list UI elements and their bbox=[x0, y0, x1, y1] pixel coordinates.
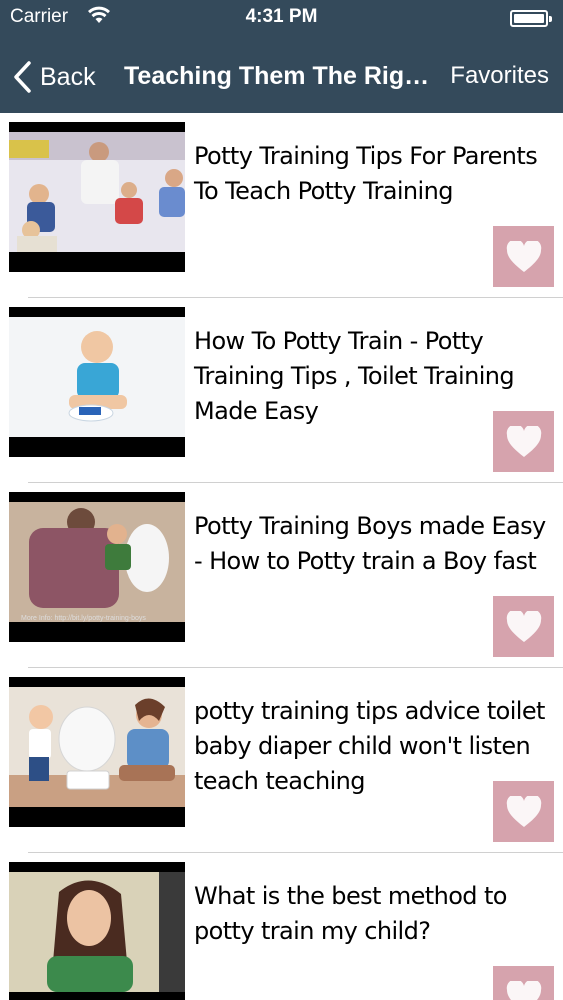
video-title: Potty Training Tips For Parents To Teach… bbox=[194, 142, 538, 205]
video-thumbnail[interactable] bbox=[9, 677, 185, 827]
list-item[interactable]: Potty Training Tips For Parents To Teach… bbox=[0, 113, 563, 298]
list-item[interactable]: How To Potty Train - Potty Training Tips… bbox=[0, 298, 563, 483]
top-bar: Carrier 4:31 PM Back Teaching Them The R… bbox=[0, 0, 563, 113]
video-list: Potty Training Tips For Parents To Teach… bbox=[0, 113, 563, 1000]
list-item[interactable]: What is the best method to potty train m… bbox=[0, 853, 563, 1000]
video-thumbnail[interactable] bbox=[9, 307, 185, 457]
chevron-left-icon bbox=[14, 61, 31, 93]
clock: 4:31 PM bbox=[245, 6, 318, 27]
video-still bbox=[9, 132, 185, 252]
heart-icon bbox=[506, 795, 541, 827]
video-caption: More Info: http://bit.ly/potty-training-… bbox=[21, 615, 146, 622]
favorite-button[interactable] bbox=[493, 596, 554, 657]
video-thumbnail[interactable]: More Info: http://bit.ly/potty-training-… bbox=[9, 492, 185, 642]
heart-icon bbox=[506, 240, 541, 272]
list-item[interactable]: More Info: http://bit.ly/potty-training-… bbox=[0, 483, 563, 668]
status-bar: Carrier 4:31 PM bbox=[0, 0, 563, 36]
battery-icon bbox=[510, 10, 552, 27]
back-label: Back bbox=[40, 62, 96, 91]
video-thumbnail[interactable] bbox=[9, 862, 185, 1000]
video-still bbox=[9, 687, 185, 807]
video-thumbnail[interactable] bbox=[9, 122, 185, 272]
navigation-bar: Back Teaching Them The Right Way Favorit… bbox=[0, 44, 563, 108]
back-button[interactable]: Back bbox=[12, 58, 96, 96]
favorite-button[interactable] bbox=[493, 966, 554, 1000]
favorite-button[interactable] bbox=[493, 226, 554, 287]
heart-icon bbox=[506, 610, 541, 642]
video-still bbox=[9, 317, 185, 437]
heart-icon bbox=[506, 425, 541, 457]
list-item[interactable]: potty training tips advice toilet baby d… bbox=[0, 668, 563, 853]
favorite-button[interactable] bbox=[493, 411, 554, 472]
video-title: Potty Training Boys made Easy - How to P… bbox=[194, 512, 546, 575]
heart-icon bbox=[506, 980, 541, 1000]
video-still bbox=[9, 872, 185, 992]
video-title: What is the best method to potty train m… bbox=[194, 882, 507, 945]
favorite-button[interactable] bbox=[493, 781, 554, 842]
video-still bbox=[9, 502, 185, 622]
nav-title: Teaching Them The Right Way bbox=[124, 62, 440, 90]
favorites-button[interactable]: Favorites bbox=[450, 62, 549, 90]
